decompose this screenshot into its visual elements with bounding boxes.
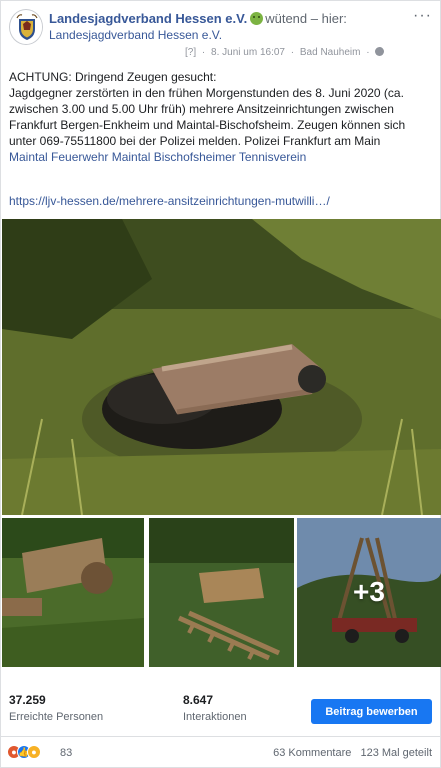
boost-post-button[interactable]: Beitrag bewerben <box>311 699 432 724</box>
more-photos-count[interactable]: +3 <box>297 576 441 608</box>
feeling-target-link[interactable]: Landesjagdverband Hessen e.V. <box>49 28 222 42</box>
post-menu-button[interactable]: ··· <box>413 8 432 24</box>
broken-ladder-photo <box>149 518 294 667</box>
feeling-text: wütend – hier: <box>265 11 347 26</box>
globe-icon <box>375 47 385 56</box>
comments-link[interactable]: 63 Kommentare <box>273 747 351 759</box>
post-heading: ACHTUNG: Dringend Zeugen gesucht: <box>9 70 217 84</box>
crest-icon <box>11 12 42 44</box>
post-meta: [?] · 8. Juni um 16:07 · Bad Nauheim · <box>185 47 385 58</box>
interactions-value: 8.647 <box>183 693 214 707</box>
burned-hunting-stand-photo <box>2 219 441 515</box>
wrecked-stand-photo <box>2 518 144 667</box>
thumbnail-photo-3[interactable]: +3 <box>297 518 441 667</box>
thumbnail-photo-1[interactable] <box>2 518 144 667</box>
haha-reaction-icon: ● <box>27 745 41 759</box>
post-insights: 37.259 Erreichte Personen 8.647 Interakt… <box>1 667 440 737</box>
shares-link[interactable]: 123 Mal geteilt <box>360 747 432 759</box>
post-link[interactable]: https://ljv-hessen.de/mehrere-ansitzeinr… <box>9 194 330 208</box>
page-avatar[interactable] <box>9 9 43 45</box>
page-name-link[interactable]: Landesjagdverband Hessen e.V. <box>49 11 247 26</box>
main-photo[interactable] <box>2 219 441 515</box>
engagement-summary: 63 Kommentare 123 Mal geteilt <box>273 747 432 759</box>
sick-emoji-icon <box>250 12 264 25</box>
reactions-bar: ● 👍 ● 83 63 Kommentare 123 Mal geteilt <box>1 739 440 767</box>
post-location[interactable]: Bad Nauheim <box>300 47 361 58</box>
page-name-line: Landesjagdverband Hessen e.V. wütend – hi… <box>49 11 347 26</box>
post-body: Jagdgegner zerstörten in den frühen Morg… <box>9 86 406 148</box>
interactions-stat: 8.647 Interaktionen <box>183 693 247 723</box>
reach-stat: 37.259 Erreichte Personen <box>9 693 103 723</box>
post-header: Landesjagdverband Hessen e.V. wütend – hi… <box>9 8 432 63</box>
interactions-label: Interaktionen <box>183 711 247 723</box>
meta-icon: [?] <box>185 47 197 58</box>
post-timestamp[interactable]: 8. Juni um 16:07 <box>211 47 285 58</box>
reach-value: 37.259 <box>9 693 46 707</box>
post-text: ACHTUNG: Dringend Zeugen gesucht: Jagdge… <box>9 69 434 165</box>
thumbnail-photo-2[interactable] <box>149 518 294 667</box>
post-tags[interactable]: Maintal Feuerwehr Maintal Bischofsheimer… <box>9 149 434 165</box>
reach-label: Erreichte Personen <box>9 711 104 723</box>
reaction-count: 83 <box>60 747 73 759</box>
post-card: Landesjagdverband Hessen e.V. wütend – hi… <box>0 0 441 768</box>
